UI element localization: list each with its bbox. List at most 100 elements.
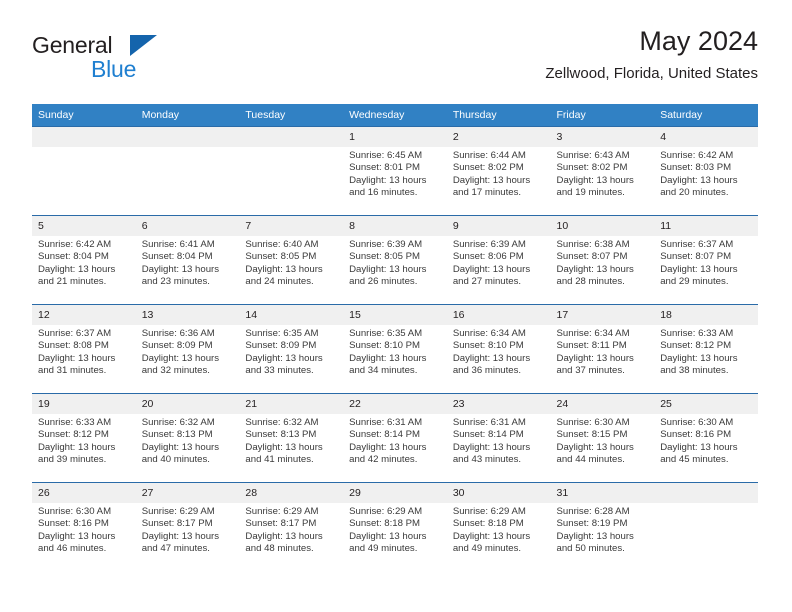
- detail-daylight-line: Daylight: 13 hours: [452, 263, 531, 275]
- day-cell-inner: 11 Sunrise: 6:37 AM Sunset: 8:07 PM Dayligh…: [654, 216, 758, 304]
- day-details: Sunrise: 6:37 AM Sunset: 8:07 PM Daylight:…: [654, 236, 758, 289]
- day-number: 25: [654, 394, 758, 414]
- detail-sunrise-line: Sunrise: 6:39 AM: [349, 239, 423, 250]
- detail-sunset-line: Sunset: 8:03 PM: [660, 162, 732, 174]
- detail-sunrise-line: Sunrise: 6:32 AM: [141, 417, 215, 428]
- detail-sunset-line: Sunset: 8:08 PM: [38, 340, 109, 352]
- detail-daylight-line: Daylight: 13 hours: [660, 174, 738, 186]
- detail-daylight-line: Daylight: 13 hours: [556, 174, 634, 186]
- day-number: 17: [550, 305, 655, 325]
- calendar-day-cell[interactable]: 12 Sunrise: 6:37 AM Sunset: 8:08 PM Dayligh…: [32, 304, 136, 394]
- day-number: 22: [343, 394, 447, 414]
- calendar-page: General Blue May 2024 Zellwood, Florida,…: [0, 0, 792, 612]
- detail-daylight-line: Daylight: 13 hours: [452, 174, 531, 186]
- detail-sunset-line: Sunset: 8:11 PM: [556, 340, 627, 352]
- detail-sunset-line: Sunset: 8:12 PM: [660, 340, 732, 352]
- calendar-day-cell[interactable]: 24 Sunrise: 6:30 AM Sunset: 8:15 PM Dayligh…: [550, 393, 655, 483]
- calendar-day-cell[interactable]: 15 Sunrise: 6:35 AM Sunset: 8:10 PM Dayligh…: [343, 304, 447, 394]
- detail-sunrise-line: Sunrise: 6:37 AM: [660, 239, 734, 250]
- day-cell-inner: 15 Sunrise: 6:35 AM Sunset: 8:10 PM Dayligh…: [343, 305, 447, 393]
- detail-sunrise-line: Sunrise: 6:30 AM: [38, 506, 112, 517]
- detail-sunset-line: Sunset: 8:05 PM: [245, 251, 317, 263]
- detail-sunrise-line: Sunrise: 6:34 AM: [452, 328, 526, 339]
- detail-sunset-line: Sunset: 8:02 PM: [452, 162, 524, 174]
- calendar-day-cell[interactable]: 16 Sunrise: 6:34 AM Sunset: 8:10 PM Dayligh…: [446, 304, 551, 394]
- detail-sunset-line: Sunset: 8:14 PM: [349, 429, 421, 441]
- day-cell-inner: 3 Sunrise: 6:43 AM Sunset: 8:02 PM Daylight…: [550, 127, 655, 215]
- detail-sunrise-line: Sunrise: 6:31 AM: [452, 417, 526, 428]
- calendar-day-cell[interactable]: 20 Sunrise: 6:32 AM Sunset: 8:13 PM Dayligh…: [135, 393, 240, 483]
- detail-sunset-line: Sunset: 8:01 PM: [349, 162, 421, 174]
- calendar-day-cell[interactable]: 8 Sunrise: 6:39 AM Sunset: 8:05 PM Daylight…: [343, 215, 447, 305]
- detail-daylight-line: Daylight: 13 hours: [141, 441, 220, 453]
- day-cell-inner: 22 Sunrise: 6:31 AM Sunset: 8:14 PM Dayligh…: [343, 394, 447, 482]
- calendar-day-cell[interactable]: 7 Sunrise: 6:40 AM Sunset: 8:05 PM Daylight…: [239, 215, 344, 305]
- calendar-day-cell[interactable]: 14 Sunrise: 6:35 AM Sunset: 8:09 PM Dayligh…: [239, 304, 344, 394]
- detail-sunrise-line: Sunrise: 6:39 AM: [452, 239, 526, 250]
- calendar-day-cell[interactable]: 29 Sunrise: 6:29 AM Sunset: 8:18 PM Dayligh…: [343, 482, 447, 572]
- calendar-day-cell[interactable]: 6 Sunrise: 6:41 AM Sunset: 8:04 PM Daylight…: [135, 215, 240, 305]
- detail-daylight-line: Daylight: 13 hours: [556, 441, 634, 453]
- day-details: Sunrise: 6:45 AM Sunset: 8:01 PM Daylight:…: [343, 147, 447, 200]
- day-details: Sunrise: 6:33 AM Sunset: 8:12 PM Daylight:…: [654, 325, 758, 378]
- calendar-day-cell[interactable]: 25 Sunrise: 6:30 AM Sunset: 8:16 PM Dayligh…: [654, 393, 758, 483]
- detail-sunrise-line: Sunrise: 6:31 AM: [349, 417, 423, 428]
- calendar-day-cell[interactable]: 31 Sunrise: 6:28 AM Sunset: 8:19 PM Dayligh…: [550, 482, 655, 572]
- calendar-day-cell[interactable]: 10 Sunrise: 6:38 AM Sunset: 8:07 PM Dayligh…: [550, 215, 655, 305]
- detail-sunset-line: Sunset: 8:10 PM: [452, 340, 524, 352]
- calendar-day-cell[interactable]: 5 Sunrise: 6:42 AM Sunset: 8:04 PM Daylight…: [32, 215, 136, 305]
- calendar-day-cell[interactable]: 17 Sunrise: 6:34 AM Sunset: 8:11 PM Dayligh…: [550, 304, 655, 394]
- detail-sunset-line: Sunset: 8:12 PM: [38, 429, 109, 441]
- detail-daylight-line: Daylight: 13 hours: [349, 441, 427, 453]
- detail-daylight-line: and 26 minutes.: [349, 276, 418, 288]
- day-number: [239, 127, 344, 147]
- day-number: 9: [446, 216, 551, 236]
- detail-daylight-line: and 21 minutes.: [38, 276, 107, 288]
- day-number: 2: [446, 127, 551, 147]
- day-details: Sunrise: 6:44 AM Sunset: 8:02 PM Daylight:…: [447, 147, 551, 200]
- calendar-day-cell[interactable]: 13 Sunrise: 6:36 AM Sunset: 8:09 PM Dayligh…: [135, 304, 240, 394]
- calendar-day-cell[interactable]: 1 Sunrise: 6:45 AM Sunset: 8:01 PM Daylight…: [343, 126, 447, 216]
- detail-daylight-line: Daylight: 13 hours: [245, 263, 323, 275]
- detail-sunset-line: Sunset: 8:17 PM: [245, 518, 317, 530]
- detail-daylight-line: and 20 minutes.: [660, 187, 729, 199]
- calendar-day-cell[interactable]: 9 Sunrise: 6:39 AM Sunset: 8:06 PM Daylight…: [446, 215, 551, 305]
- calendar-day-cell[interactable]: 23 Sunrise: 6:31 AM Sunset: 8:14 PM Dayligh…: [446, 393, 551, 483]
- day-cell-inner: 19 Sunrise: 6:33 AM Sunset: 8:12 PM Dayligh…: [32, 394, 136, 482]
- calendar-week-row: 1 Sunrise: 6:45 AM Sunset: 8:01 PM Daylight…: [32, 126, 758, 216]
- calendar-day-cell[interactable]: 28 Sunrise: 6:29 AM Sunset: 8:17 PM Dayligh…: [239, 482, 344, 572]
- brand-logo: General Blue: [32, 32, 212, 90]
- detail-daylight-line: and 41 minutes.: [245, 454, 314, 466]
- day-number: 6: [135, 216, 240, 236]
- detail-sunrise-line: Sunrise: 6:29 AM: [245, 506, 319, 517]
- day-number: [135, 127, 240, 147]
- calendar-week-row: 19 Sunrise: 6:33 AM Sunset: 8:12 PM Dayligh…: [32, 393, 758, 483]
- weekday-header-friday: Friday: [550, 104, 655, 127]
- detail-daylight-line: Daylight: 13 hours: [141, 530, 220, 542]
- detail-sunrise-line: Sunrise: 6:42 AM: [38, 239, 112, 250]
- calendar-day-cell[interactable]: 3 Sunrise: 6:43 AM Sunset: 8:02 PM Daylight…: [550, 126, 655, 216]
- day-details: Sunrise: 6:28 AM Sunset: 8:19 PM Daylight:…: [551, 503, 655, 556]
- detail-daylight-line: Daylight: 13 hours: [349, 263, 427, 275]
- detail-sunset-line: Sunset: 8:16 PM: [38, 518, 109, 530]
- detail-sunrise-line: Sunrise: 6:44 AM: [452, 150, 526, 161]
- detail-daylight-line: and 27 minutes.: [452, 276, 522, 288]
- calendar-day-cell[interactable]: 11 Sunrise: 6:37 AM Sunset: 8:07 PM Dayligh…: [654, 215, 758, 305]
- calendar-day-cell[interactable]: 2 Sunrise: 6:44 AM Sunset: 8:02 PM Daylight…: [446, 126, 551, 216]
- day-details: [32, 147, 136, 150]
- day-cell-inner: 23 Sunrise: 6:31 AM Sunset: 8:14 PM Dayligh…: [446, 394, 551, 482]
- calendar-day-cell[interactable]: 26 Sunrise: 6:30 AM Sunset: 8:16 PM Dayligh…: [32, 482, 136, 572]
- day-details: Sunrise: 6:35 AM Sunset: 8:10 PM Daylight:…: [343, 325, 447, 378]
- calendar-day-cell[interactable]: 21 Sunrise: 6:32 AM Sunset: 8:13 PM Dayligh…: [239, 393, 344, 483]
- weekday-header-monday: Monday: [135, 104, 240, 127]
- calendar-day-cell[interactable]: 19 Sunrise: 6:33 AM Sunset: 8:12 PM Dayligh…: [32, 393, 136, 483]
- calendar-day-cell[interactable]: 4 Sunrise: 6:42 AM Sunset: 8:03 PM Daylight…: [654, 126, 758, 216]
- calendar-day-cell[interactable]: 30 Sunrise: 6:29 AM Sunset: 8:18 PM Dayligh…: [446, 482, 551, 572]
- detail-daylight-line: and 17 minutes.: [452, 187, 522, 199]
- calendar-day-cell[interactable]: 22 Sunrise: 6:31 AM Sunset: 8:14 PM Dayligh…: [343, 393, 447, 483]
- calendar-day-cell[interactable]: 27 Sunrise: 6:29 AM Sunset: 8:17 PM Dayligh…: [135, 482, 240, 572]
- detail-sunrise-line: Sunrise: 6:29 AM: [141, 506, 215, 517]
- calendar-day-cell[interactable]: 18 Sunrise: 6:33 AM Sunset: 8:12 PM Dayligh…: [654, 304, 758, 394]
- day-cell-inner: 13 Sunrise: 6:36 AM Sunset: 8:09 PM Dayligh…: [135, 305, 240, 393]
- detail-sunrise-line: Sunrise: 6:33 AM: [660, 328, 734, 339]
